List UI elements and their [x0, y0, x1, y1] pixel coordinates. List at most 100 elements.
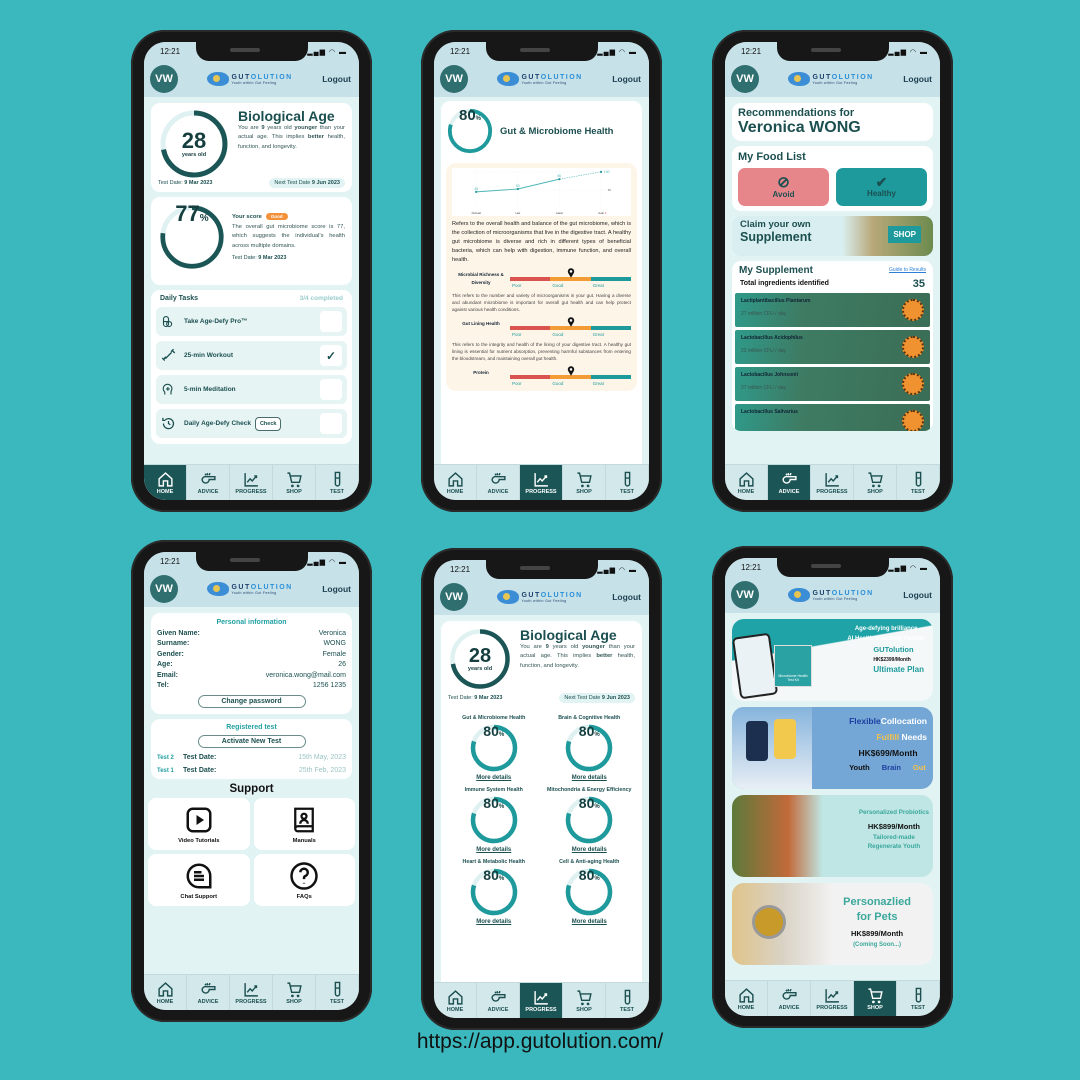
status-time: 12:21 — [741, 563, 762, 572]
claim-supplement-banner[interactable]: Claim your own Supplement SHOP — [732, 215, 933, 256]
activate-new-test-button[interactable]: Activate New Test — [197, 735, 306, 748]
logout-button[interactable]: Logout — [903, 74, 932, 84]
avatar[interactable]: VW — [440, 583, 468, 611]
nav-item-test[interactable]: TEST — [897, 981, 940, 1016]
home-icon — [447, 989, 463, 1005]
phone-notch — [485, 560, 598, 579]
logout-button[interactable]: Logout — [322, 74, 351, 84]
avoid-foods-button[interactable]: ⊘ Avoid — [738, 167, 829, 206]
my-supplement-title: My Supplement — [739, 264, 813, 276]
logout-button[interactable]: Logout — [612, 74, 641, 84]
avatar[interactable]: VW — [731, 65, 759, 93]
nav-item-test[interactable]: TEST — [316, 975, 359, 1010]
personalized-probiotics-banner[interactable]: Personalized Probiotics HK$899/Month Tailo… — [732, 795, 933, 877]
nav-item-progress[interactable]: PROGRESS — [811, 465, 854, 500]
support-video-tutorials-tile[interactable]: Video Tutorials — [148, 798, 250, 850]
nav-item-advice[interactable]: ADVICE — [187, 975, 230, 1010]
supplement-item[interactable]: Lactobacillus Johnsonii 27 million CFU / … — [735, 366, 930, 401]
nav-item-progress[interactable]: PROGRESS — [230, 975, 273, 1010]
gut-health-detail-card: 80% Gut & Microbiome Health 45 2nd Last 53… — [441, 101, 642, 464]
support-faqs-tile[interactable]: FAQs — [253, 854, 355, 906]
task-checkbox[interactable] — [320, 311, 342, 332]
percent-sign: % — [475, 116, 482, 122]
more-details-link[interactable]: More details — [572, 919, 607, 925]
bacteria-icon — [902, 409, 924, 431]
nav-item-home[interactable]: HOME — [725, 465, 768, 500]
test-date: Test Date: 9 Mar 2023 — [448, 695, 503, 701]
registered-test-row[interactable]: Test 2 Test Date: 15th May, 2023 — [157, 754, 346, 761]
change-password-button[interactable]: Change password — [197, 695, 306, 708]
nav-item-shop[interactable]: SHOP — [854, 465, 897, 500]
nav-item-home[interactable]: HOME — [144, 975, 187, 1010]
nav-item-advice[interactable]: ADVICE — [477, 983, 520, 1018]
user-full-name: Veronica WONG — [738, 119, 861, 136]
flexible-collocation-banner[interactable]: FlexibleCollocation Fulfill Needs HK$699… — [732, 707, 933, 789]
logout-button[interactable]: Logout — [612, 592, 641, 602]
avatar[interactable]: VW — [150, 575, 178, 603]
supplement-item[interactable]: Lactobacillus Salivarius — [735, 403, 930, 431]
logout-button[interactable]: Logout — [903, 590, 932, 600]
task-checkbox[interactable] — [320, 413, 342, 434]
nav-item-shop[interactable]: SHOP — [854, 981, 897, 1016]
task-checkbox[interactable] — [320, 379, 342, 400]
nav-item-progress[interactable]: PROGRESS — [811, 981, 854, 1016]
nav-item-home[interactable]: HOME — [725, 981, 768, 1016]
app-header: VW GUTOLUTION Youth within Gut Feeling L… — [434, 61, 649, 97]
dumbbell-icon — [161, 348, 176, 361]
nav-item-progress[interactable]: PROGRESS — [520, 983, 563, 1018]
phone-shop: 12:21 ▂▄▆ ◠ ▬ VW GUTOLUTION Youth within… — [712, 546, 953, 1028]
nav-item-advice[interactable]: ADVICE — [768, 981, 811, 1016]
check-button[interactable]: Check — [254, 416, 282, 431]
brand-name-a: GUT — [521, 591, 541, 599]
category-title: Heart & Metabolic Health — [462, 858, 525, 865]
nav-item-advice[interactable]: ADVICE — [187, 465, 230, 500]
nav-item-shop[interactable]: SHOP — [273, 975, 316, 1010]
supplement-item[interactable]: Lactobacillus Acidophilus 22 million CFU … — [735, 329, 930, 364]
avatar[interactable]: VW — [731, 581, 759, 609]
signal-wifi-battery-icon: ▂▄▆ ◠ ▬ — [307, 558, 347, 566]
nav-item-progress[interactable]: PROGRESS — [520, 465, 563, 500]
avatar[interactable]: VW — [150, 65, 178, 93]
whistle-icon — [781, 988, 797, 1000]
support-chat-support-tile[interactable]: Chat Support — [148, 854, 250, 906]
whale-logo-icon — [788, 588, 811, 602]
support-label: Chat Support — [180, 893, 218, 900]
category-ring: 80% — [469, 723, 519, 773]
data-point — [516, 187, 519, 191]
nav-label: PROGRESS — [525, 488, 557, 495]
task-checkbox[interactable]: ✓ — [320, 345, 342, 366]
support-manuals-tile[interactable]: Manuals — [253, 798, 355, 850]
nav-item-test[interactable]: TEST — [606, 465, 649, 500]
nav-item-shop[interactable]: SHOP — [273, 465, 316, 500]
app-url[interactable]: https://app.gutolution.com/ — [0, 1030, 1080, 1054]
nav-label: HOME — [156, 488, 174, 495]
more-details-link[interactable]: More details — [476, 919, 511, 925]
nav-item-home[interactable]: HOME — [434, 465, 477, 500]
nav-item-shop[interactable]: SHOP — [563, 983, 606, 1018]
percent-sign: % — [594, 732, 600, 738]
food-list-title: My Food List — [738, 150, 806, 163]
nav-item-home[interactable]: HOME — [434, 983, 477, 1018]
registered-test-row[interactable]: Test 1 Test Date: 25th Feb, 2023 — [157, 767, 346, 774]
ultimate-plan-banner[interactable]: Microbiome Health Test Kit Age-defying b… — [732, 619, 933, 701]
whistle-icon — [200, 982, 216, 994]
nav-item-advice[interactable]: ADVICE — [477, 465, 520, 500]
nav-item-test[interactable]: TEST — [606, 983, 649, 1018]
nav-item-test[interactable]: TEST — [316, 465, 359, 500]
supplement-item[interactable]: Lactiplantibacillus Plantarum 27 million … — [735, 292, 930, 327]
nav-item-test[interactable]: TEST — [897, 465, 940, 500]
nav-item-home[interactable]: HOME — [144, 465, 187, 500]
nav-label: SHOP — [867, 488, 883, 495]
avatar[interactable]: VW — [440, 65, 468, 93]
shop-button[interactable]: SHOP — [888, 225, 921, 243]
nav-item-progress[interactable]: PROGRESS — [230, 465, 273, 500]
phone-notch — [776, 42, 889, 61]
prohibited-icon: ⊘ — [777, 173, 790, 191]
healthy-foods-button[interactable]: ✔ Healthy — [836, 167, 927, 206]
nav-item-advice[interactable]: ADVICE — [768, 465, 811, 500]
pets-banner[interactable]: Personazlied for Pets HK$899/Month (Coming … — [732, 883, 933, 965]
category-score: 80 — [578, 795, 595, 811]
guide-to-results-link[interactable]: Guide to Results — [889, 267, 926, 273]
nav-item-shop[interactable]: SHOP — [563, 465, 606, 500]
logout-button[interactable]: Logout — [322, 584, 351, 594]
